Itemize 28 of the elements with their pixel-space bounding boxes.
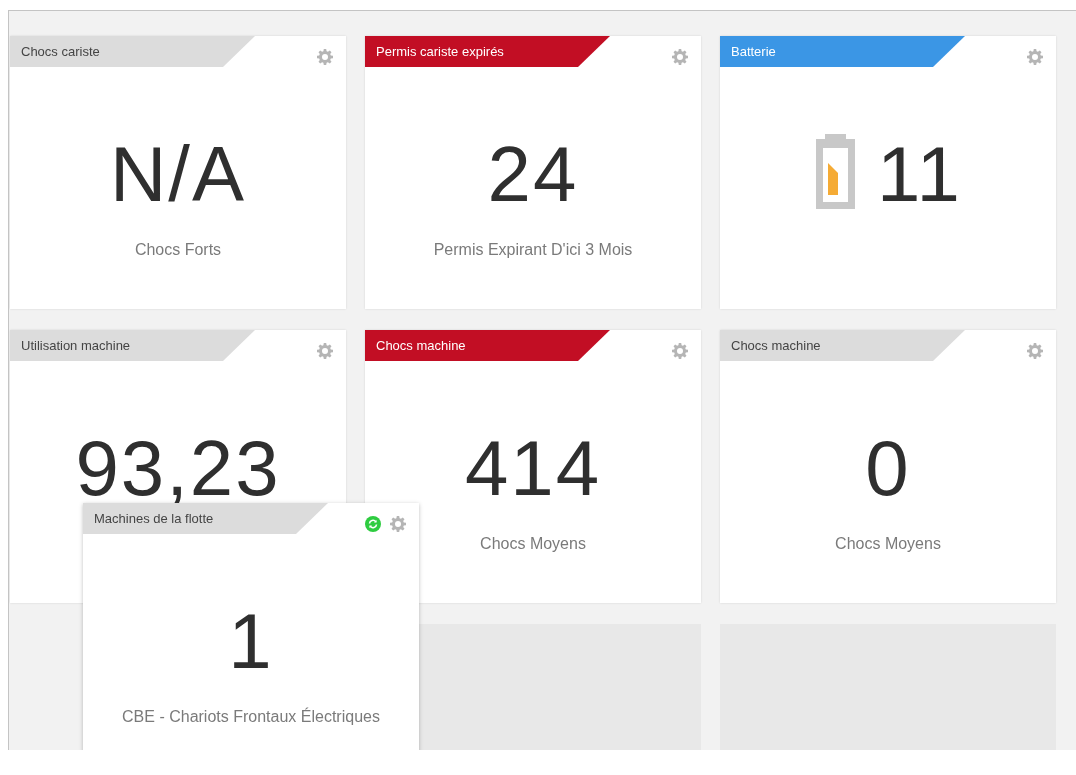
settings-icon[interactable]: [317, 49, 333, 65]
metric-caption: Chocs Moyens: [835, 535, 941, 553]
metric-value: 11: [877, 139, 962, 209]
metric-value: 1: [228, 606, 274, 676]
settings-icon[interactable]: [317, 343, 333, 359]
metric-caption: Chocs Forts: [134, 241, 222, 259]
settings-icon[interactable]: [1027, 343, 1043, 359]
refresh-icon[interactable]: [365, 516, 381, 532]
tile-title: Batterie: [731, 44, 776, 59]
tile-title: Chocs machine: [376, 338, 466, 353]
metric-caption: CBE - Chariots Frontaux Électriques: [122, 708, 380, 726]
metric-value: 93,23: [75, 433, 281, 503]
metric-caption: Permis Expirant D'ici 3 Mois: [433, 241, 633, 259]
tile-title: Chocs cariste: [21, 44, 100, 59]
settings-icon[interactable]: [672, 343, 688, 359]
metric-value: N/A: [110, 139, 246, 209]
tile-title: Utilisation machine: [21, 338, 131, 353]
metric-caption: Chocs Moyens: [480, 535, 586, 553]
battery-icon: [814, 134, 857, 209]
tile-title: Chocs machine: [731, 338, 821, 353]
metric-value: 414: [464, 433, 602, 503]
settings-icon[interactable]: [1027, 49, 1043, 65]
metric-value: 24: [487, 139, 579, 209]
settings-icon[interactable]: [672, 49, 688, 65]
tile-title: Machines de la flotte: [94, 511, 214, 526]
settings-icon[interactable]: [390, 516, 406, 532]
metric-value: 0: [865, 433, 911, 503]
tile-title: Permis cariste expirés: [376, 44, 504, 59]
